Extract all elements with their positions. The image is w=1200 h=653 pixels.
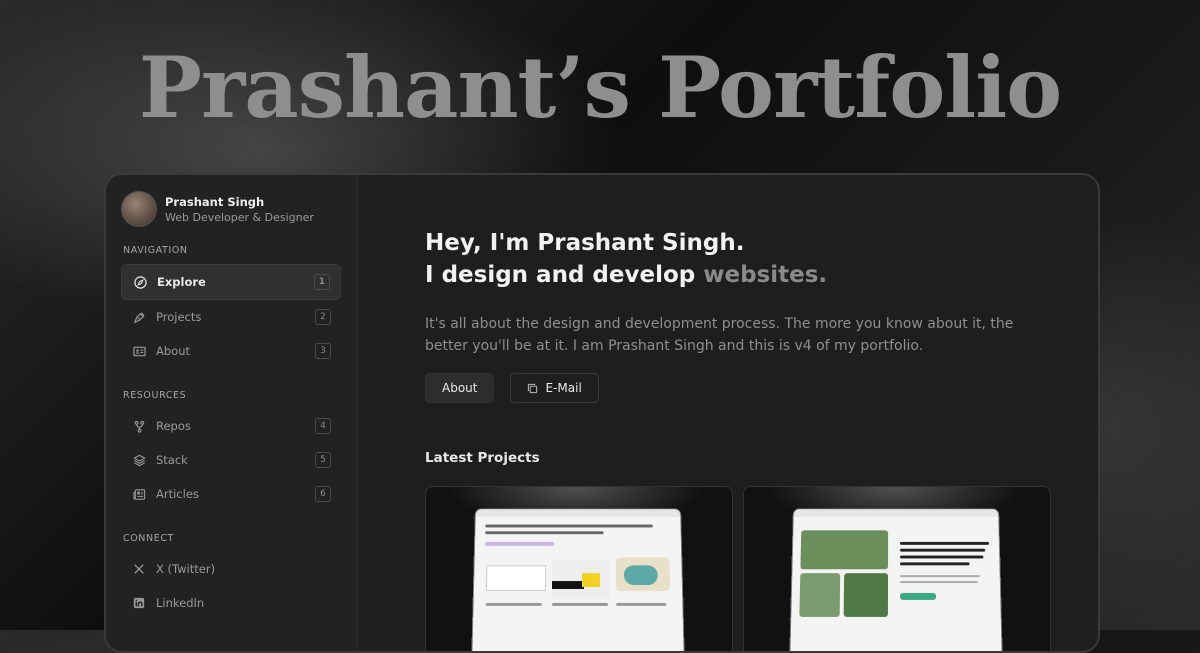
email-button-label: E-Mail bbox=[545, 381, 582, 395]
project-card[interactable] bbox=[743, 486, 1051, 651]
headline-accent: websites. bbox=[703, 262, 828, 288]
newspaper-icon bbox=[131, 486, 147, 502]
project-screenshot bbox=[790, 509, 1002, 651]
sidebar-item-label: LinkedIn bbox=[156, 596, 205, 610]
section-label-connect: CONNECT bbox=[123, 533, 174, 544]
x-icon bbox=[131, 561, 147, 577]
sidebar-item-label: X (Twitter) bbox=[156, 562, 216, 576]
sidebar: Prashant Singh Web Developer & Designer … bbox=[106, 175, 358, 651]
layers-icon bbox=[131, 452, 147, 468]
id-card-icon bbox=[131, 343, 147, 359]
shortcut-badge: 6 bbox=[315, 486, 331, 502]
sidebar-item-stack[interactable]: Stack 5 bbox=[121, 443, 341, 477]
sidebar-item-label: Explore bbox=[157, 275, 206, 289]
sidebar-item-label: About bbox=[156, 344, 191, 358]
headline-line-2-prefix: I design and develop bbox=[425, 262, 704, 288]
sidebar-item-articles[interactable]: Articles 6 bbox=[121, 477, 341, 511]
app-window: Prashant Singh Web Developer & Designer … bbox=[104, 173, 1100, 653]
intro-text: It's all about the design and developmen… bbox=[425, 316, 1014, 354]
profile-role: Web Developer & Designer bbox=[165, 210, 314, 224]
shortcut-badge: 2 bbox=[315, 309, 331, 325]
cta-buttons: About E-Mail bbox=[425, 373, 1098, 403]
sidebar-item-label: Stack bbox=[156, 453, 188, 467]
project-cards bbox=[425, 486, 1098, 651]
project-screenshot bbox=[472, 509, 684, 651]
main-content: Hey, I'm Prashant Singh. I design and de… bbox=[358, 175, 1098, 651]
about-button[interactable]: About bbox=[425, 373, 495, 403]
sidebar-item-explore[interactable]: Explore 1 bbox=[121, 264, 341, 300]
sidebar-item-projects[interactable]: Projects 2 bbox=[121, 300, 341, 334]
shortcut-badge: 5 bbox=[315, 452, 331, 468]
project-card[interactable] bbox=[425, 486, 733, 651]
sidebar-item-linkedin[interactable]: LinkedIn bbox=[121, 586, 341, 620]
sidebar-item-about[interactable]: About 3 bbox=[121, 334, 341, 368]
sidebar-item-twitter[interactable]: X (Twitter) bbox=[121, 552, 341, 586]
sidebar-item-repos[interactable]: Repos 4 bbox=[121, 409, 341, 443]
shortcut-badge: 1 bbox=[314, 274, 330, 290]
headline-line-2: I design and develop websites. bbox=[425, 259, 1098, 291]
copy-icon bbox=[527, 383, 538, 394]
git-branch-icon bbox=[131, 418, 147, 434]
linkedin-icon bbox=[131, 595, 147, 611]
profile[interactable]: Prashant Singh Web Developer & Designer bbox=[121, 191, 341, 227]
hero-title: Prashant’s Portfolio bbox=[138, 38, 1062, 137]
about-button-label: About bbox=[442, 381, 478, 395]
sidebar-item-label: Projects bbox=[156, 310, 202, 324]
sidebar-item-label: Articles bbox=[156, 487, 199, 501]
shortcut-badge: 4 bbox=[315, 418, 331, 434]
compass-icon bbox=[132, 274, 148, 290]
profile-name: Prashant Singh bbox=[165, 194, 265, 209]
headline: Hey, I'm Prashant Singh. I design and de… bbox=[425, 227, 1098, 291]
avatar bbox=[121, 191, 157, 227]
pen-tool-icon bbox=[131, 309, 147, 325]
shortcut-badge: 3 bbox=[315, 343, 331, 359]
sidebar-item-label: Repos bbox=[156, 419, 191, 433]
section-label-navigation: NAVIGATION bbox=[123, 245, 188, 256]
section-label-resources: RESOURCES bbox=[123, 390, 187, 401]
headline-line-1: Hey, I'm Prashant Singh. bbox=[425, 230, 745, 256]
section-heading-latest-projects: Latest Projects bbox=[425, 450, 540, 466]
email-button[interactable]: E-Mail bbox=[510, 373, 599, 403]
